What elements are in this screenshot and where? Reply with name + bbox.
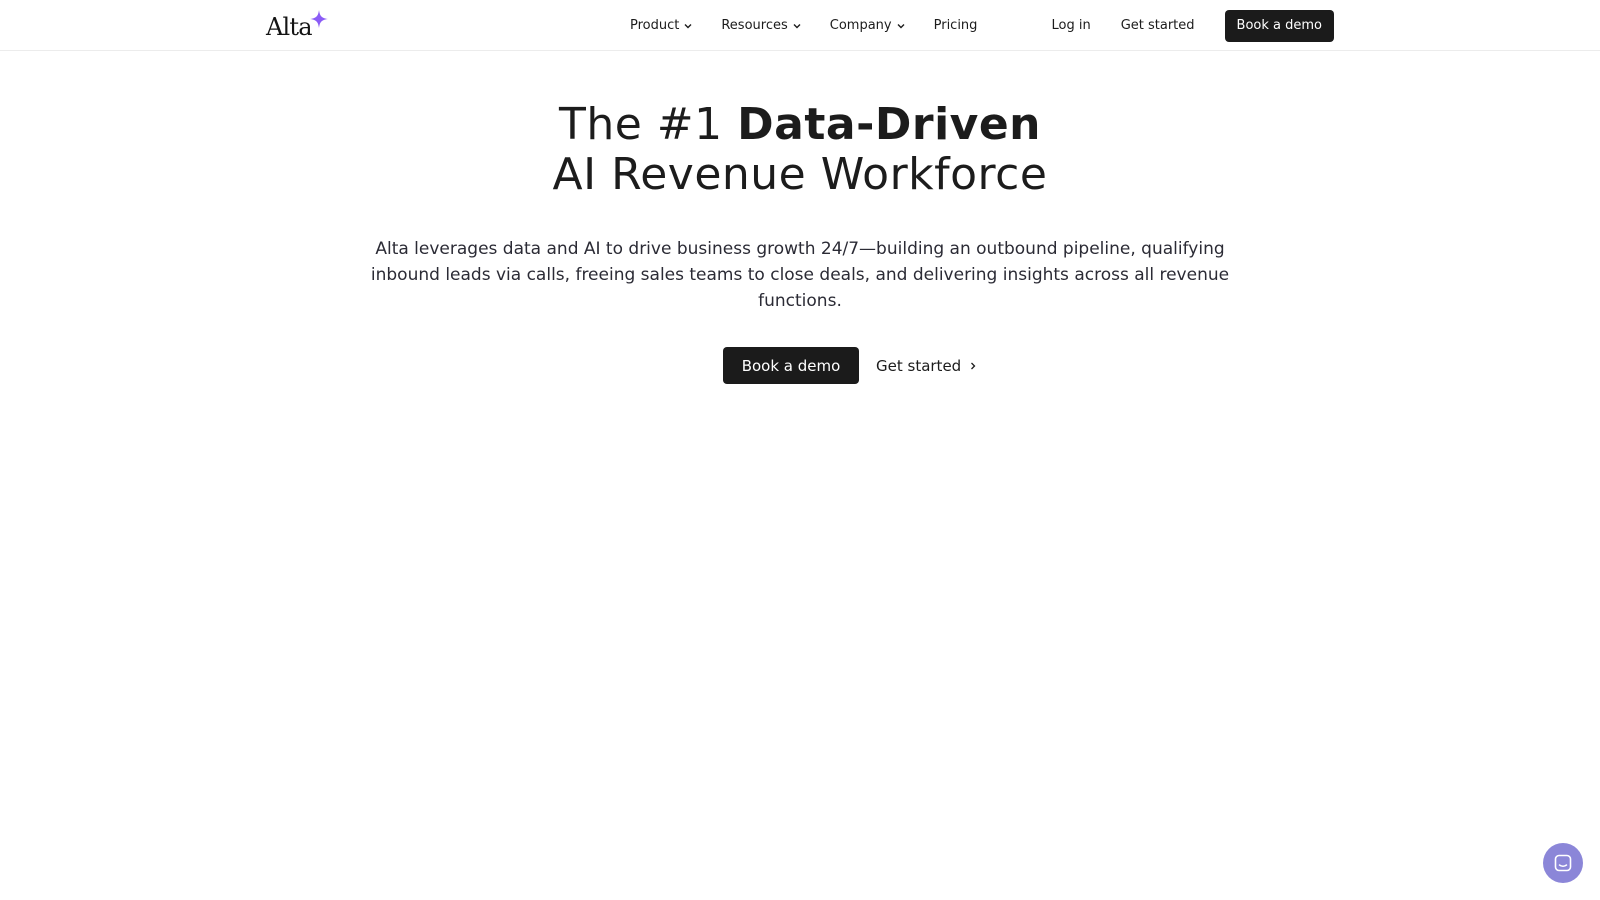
hero-cta-group: Book a demo Get started xyxy=(0,347,1600,384)
navbar: Alta Product Resources Company Pricing L… xyxy=(0,0,1600,51)
nav-item-label: Product xyxy=(630,18,680,33)
get-started-link[interactable]: Get started xyxy=(1121,18,1195,33)
nav-item-label: Resources xyxy=(721,18,788,33)
nav-actions: Log in Get started Book a demo xyxy=(1052,0,1334,51)
hero-get-started-button[interactable]: Get started xyxy=(876,357,981,375)
chevron-right-icon xyxy=(971,362,976,369)
login-link[interactable]: Log in xyxy=(1052,18,1091,33)
chevron-down-icon xyxy=(897,23,905,28)
nav-item-product[interactable]: Product xyxy=(630,18,693,33)
hero-get-started-label: Get started xyxy=(876,356,962,375)
hero-section: The #1 Data-Driven AI Revenue Workforce … xyxy=(0,100,1600,384)
chevron-down-icon xyxy=(684,23,692,28)
logo[interactable]: Alta xyxy=(266,10,330,42)
hero-title-bold: Data-Driven xyxy=(737,99,1042,150)
hero-title-prefix: The #1 xyxy=(558,99,738,150)
hero-title-line2: AI Revenue Workforce xyxy=(552,149,1048,200)
book-demo-button[interactable]: Book a demo xyxy=(1224,9,1334,42)
nav-item-label: Pricing xyxy=(933,18,978,33)
chat-icon xyxy=(1554,854,1572,872)
nav-item-resources[interactable]: Resources xyxy=(721,18,801,33)
nav-item-pricing[interactable]: Pricing xyxy=(934,18,978,33)
logo-text: Alta xyxy=(266,13,313,41)
hero-book-demo-button[interactable]: Book a demo xyxy=(723,347,859,384)
hero-subtitle: Alta leverages data and AI to drive busi… xyxy=(370,239,1230,311)
chevron-down-icon xyxy=(793,23,801,28)
nav-item-company[interactable]: Company xyxy=(830,18,906,33)
sparkle-icon xyxy=(309,10,328,28)
nav-item-label: Company xyxy=(829,18,892,33)
main-nav: Product Resources Company Pricing xyxy=(630,0,1005,51)
chat-widget-button[interactable] xyxy=(1543,843,1583,883)
hero-title: The #1 Data-Driven AI Revenue Workforce xyxy=(0,100,1600,200)
